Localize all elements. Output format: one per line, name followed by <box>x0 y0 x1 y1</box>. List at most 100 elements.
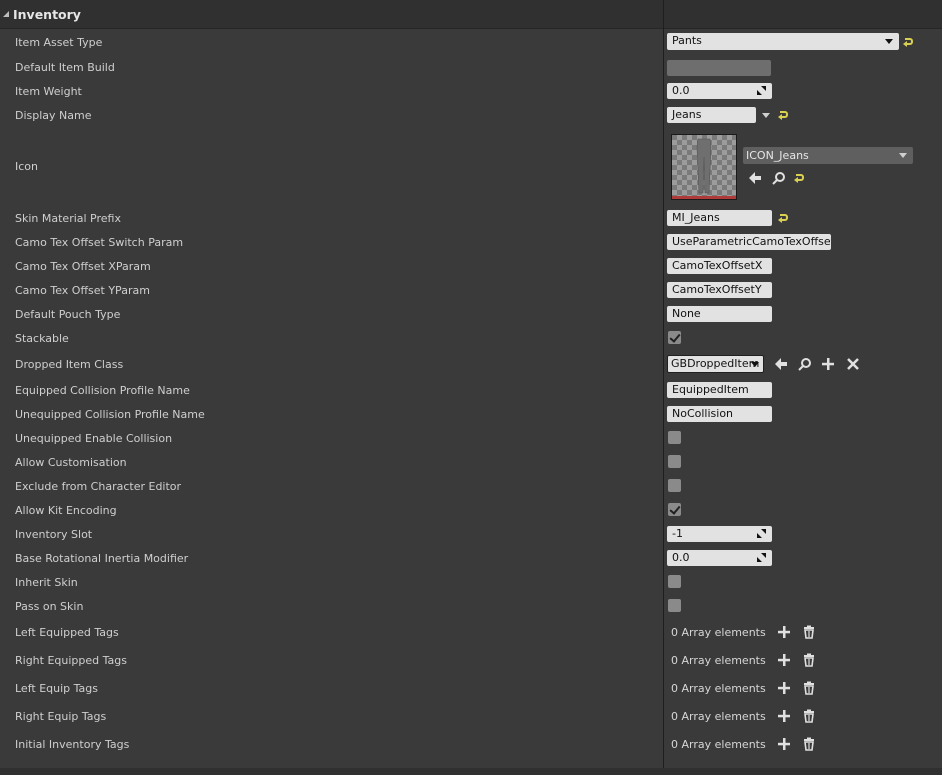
icon-asset-value: ICON_Jeans <box>746 149 809 162</box>
label-camo-x: Camo Tex Offset XParam <box>15 260 151 273</box>
dropped-item-class-combo[interactable]: GBDroppedItem <box>667 355 764 373</box>
trash-icon[interactable] <box>802 681 816 695</box>
label-icon: Icon <box>15 160 38 173</box>
camo-x-input[interactable]: CamoTexOffsetX <box>667 258 772 274</box>
label-camo-switch: Camo Tex Offset Switch Param <box>15 236 184 249</box>
label-unequipped-enable: Unequipped Enable Collision <box>15 432 173 445</box>
trash-icon[interactable] <box>802 737 816 751</box>
initial-inventory-tags-count: 0 Array elements <box>671 738 766 751</box>
icon-thumbnail[interactable] <box>671 134 737 200</box>
stackable-checkbox[interactable] <box>668 331 681 344</box>
section-title: Inventory <box>13 7 81 22</box>
browse-magnifier-icon[interactable] <box>772 171 786 185</box>
label-pass-skin: Pass on Skin <box>15 600 84 613</box>
use-selected-arrow-icon[interactable] <box>748 171 762 185</box>
jeans-preview-icon <box>696 138 712 194</box>
add-plus-icon[interactable] <box>777 653 791 667</box>
thumbnail-type-bar <box>672 196 736 199</box>
inventory-slot-value: -1 <box>672 527 683 540</box>
spinner-icon[interactable] <box>757 529 766 538</box>
display-name-value: Jeans <box>672 108 702 121</box>
label-allow-custom: Allow Customisation <box>15 456 127 469</box>
label-inherit-skin: Inherit Skin <box>15 576 78 589</box>
label-allow-kit: Allow Kit Encoding <box>15 504 117 517</box>
allow-kit-encoding-checkbox[interactable] <box>668 503 681 516</box>
unequipped-collision-value: NoCollision <box>672 407 734 420</box>
dropped-item-class-value: GBDroppedItem <box>671 357 760 370</box>
base-inertia-input[interactable]: 0.0 <box>667 550 772 566</box>
left-equipped-tags-count: 0 Array elements <box>671 626 766 639</box>
add-plus-icon[interactable] <box>821 357 835 371</box>
camo-y-value: CamoTexOffsetY <box>672 283 762 296</box>
icon-asset-combo[interactable]: ICON_Jeans <box>743 147 913 164</box>
trash-icon[interactable] <box>802 709 816 723</box>
add-plus-icon[interactable] <box>777 625 791 639</box>
browse-magnifier-icon[interactable] <box>798 357 812 371</box>
label-pouch: Default Pouch Type <box>15 308 121 321</box>
label-display-name: Display Name <box>15 109 92 122</box>
right-equip-tags-count: 0 Array elements <box>671 710 766 723</box>
trash-icon[interactable] <box>802 653 816 667</box>
item-weight-input[interactable]: 0.0 <box>667 83 772 99</box>
label-camo-y: Camo Tex Offset YParam <box>15 284 150 297</box>
item-asset-type-combo[interactable]: Pants <box>667 33 899 50</box>
label-left-equipped-tags: Left Equipped Tags <box>15 626 119 639</box>
collapse-triangle-icon[interactable] <box>3 11 9 17</box>
spinner-icon[interactable] <box>757 86 766 95</box>
label-left-equip-tags: Left Equip Tags <box>15 682 98 695</box>
label-exclude-editor: Exclude from Character Editor <box>15 480 182 493</box>
column-divider[interactable] <box>663 0 664 775</box>
label-item-asset-type: Item Asset Type <box>15 36 103 49</box>
reset-arrow-icon[interactable] <box>903 38 913 47</box>
label-default-item-build: Default Item Build <box>15 61 115 74</box>
base-inertia-value: 0.0 <box>672 551 690 564</box>
equipped-collision-input[interactable]: EquippedItem <box>667 382 772 398</box>
exclude-from-character-editor-checkbox[interactable] <box>668 479 681 492</box>
display-name-input[interactable]: Jeans <box>667 107 756 123</box>
dropdown-caret-icon <box>885 39 893 44</box>
label-equipped-collision: Equipped Collision Profile Name <box>15 384 190 397</box>
pass-on-skin-checkbox[interactable] <box>668 599 681 612</box>
section-header-inventory[interactable]: Inventory <box>0 0 942 29</box>
equipped-collision-value: EquippedItem <box>672 383 749 396</box>
clear-x-icon[interactable] <box>846 357 860 371</box>
label-base-inertia: Base Rotational Inertia Modifier <box>15 552 189 565</box>
bottom-border <box>0 768 942 775</box>
label-initial-inventory-tags: Initial Inventory Tags <box>15 738 130 751</box>
skin-material-prefix-value: MI_Jeans <box>672 211 720 224</box>
unequipped-collision-input[interactable]: NoCollision <box>667 406 772 422</box>
add-plus-icon[interactable] <box>777 737 791 751</box>
default-item-build-field <box>667 60 771 76</box>
label-dropped-item-class: Dropped Item Class <box>15 358 124 371</box>
reset-arrow-icon[interactable] <box>778 214 788 223</box>
allow-customisation-checkbox[interactable] <box>668 455 681 468</box>
camo-y-input[interactable]: CamoTexOffsetY <box>667 282 772 298</box>
item-asset-type-value: Pants <box>672 34 702 47</box>
label-right-equip-tags: Right Equip Tags <box>15 710 107 723</box>
spinner-icon[interactable] <box>757 553 766 562</box>
label-unequipped-collision: Unequipped Collision Profile Name <box>15 408 205 421</box>
trash-icon[interactable] <box>802 625 816 639</box>
inherit-skin-checkbox[interactable] <box>668 575 681 588</box>
label-item-weight: Item Weight <box>15 85 82 98</box>
camo-switch-value: UseParametricCamoTexOffset <box>672 235 831 248</box>
reset-arrow-icon[interactable] <box>778 111 788 120</box>
inventory-slot-input[interactable]: -1 <box>667 526 772 542</box>
add-plus-icon[interactable] <box>777 681 791 695</box>
label-right-equipped-tags: Right Equipped Tags <box>15 654 127 667</box>
pouch-type-input[interactable]: None <box>667 306 772 322</box>
reset-arrow-icon[interactable] <box>794 174 804 183</box>
item-weight-value: 0.0 <box>672 84 690 97</box>
camo-x-value: CamoTexOffsetX <box>672 259 763 272</box>
display-name-dropdown-icon[interactable] <box>762 113 770 118</box>
dropdown-caret-icon <box>751 362 759 367</box>
right-equipped-tags-count: 0 Array elements <box>671 654 766 667</box>
left-equip-tags-count: 0 Array elements <box>671 682 766 695</box>
camo-switch-input[interactable]: UseParametricCamoTexOffset <box>667 234 831 250</box>
unequipped-enable-collision-checkbox[interactable] <box>668 431 681 444</box>
skin-material-prefix-input[interactable]: MI_Jeans <box>667 210 772 226</box>
dropdown-caret-icon <box>899 153 907 158</box>
label-stackable: Stackable <box>15 332 69 345</box>
use-selected-arrow-icon[interactable] <box>774 357 788 371</box>
add-plus-icon[interactable] <box>777 709 791 723</box>
